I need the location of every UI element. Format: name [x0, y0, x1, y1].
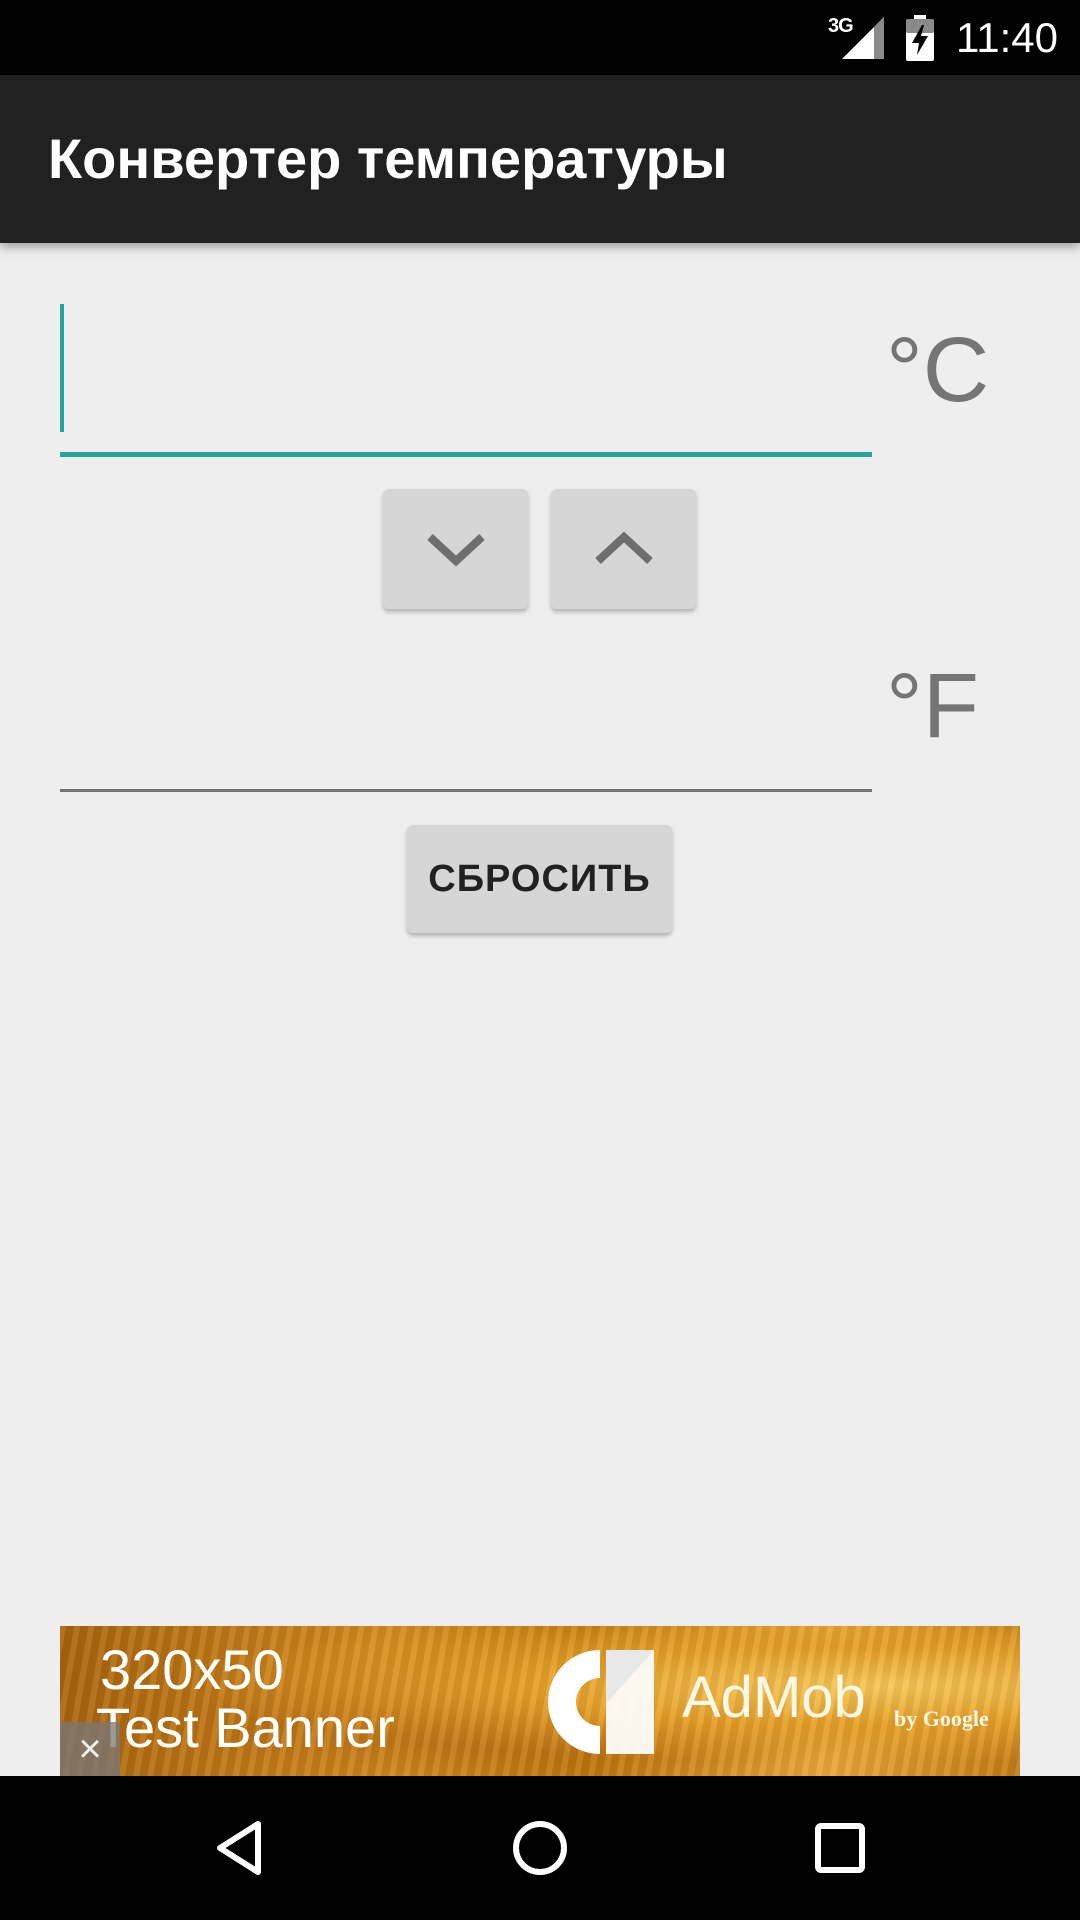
celsius-input[interactable]	[60, 300, 872, 457]
decrease-button[interactable]	[383, 489, 528, 609]
text-cursor	[60, 304, 64, 432]
increase-button[interactable]	[551, 489, 696, 609]
ad-label: Test Banner	[96, 1696, 395, 1759]
status-icons: 3G 11:40	[828, 0, 1058, 75]
fahrenheit-input[interactable]	[60, 640, 872, 792]
signal-icon	[842, 16, 884, 59]
home-icon	[513, 1821, 567, 1875]
celsius-unit-label: °C	[886, 319, 990, 421]
ad-brand: AdMob	[682, 1665, 866, 1730]
battery-charging-icon	[906, 14, 934, 61]
ad-size-text: 320x50	[100, 1638, 284, 1701]
fahrenheit-unit-label: °F	[886, 655, 979, 757]
fahrenheit-field[interactable]	[60, 640, 872, 792]
app-bar: Конвертер температуры	[0, 75, 1080, 243]
chevron-up-icon	[594, 531, 653, 564]
chevron-down-icon	[426, 534, 485, 567]
celsius-underline	[60, 452, 872, 457]
back-button[interactable]	[190, 1798, 290, 1898]
fahrenheit-underline	[60, 789, 872, 792]
back-icon	[217, 1821, 261, 1875]
recents-icon	[815, 1823, 865, 1873]
clock: 11:40	[956, 13, 1058, 61]
celsius-field[interactable]	[60, 300, 872, 457]
admob-logo-icon	[548, 1650, 654, 1754]
home-button[interactable]	[490, 1798, 590, 1898]
navigation-bar	[0, 1776, 1080, 1920]
ad-close-button[interactable]: ×	[60, 1722, 120, 1776]
reset-button[interactable]: СБРОСИТЬ	[407, 825, 672, 933]
app-title: Конвертер температуры	[48, 127, 728, 190]
signal-group: 3G	[828, 15, 884, 61]
ad-by-google: by Google	[894, 1706, 989, 1731]
ad-banner[interactable]: 320x50 Test Banner AdMob by Google ×	[60, 1626, 1020, 1776]
status-bar: 3G 11:40	[0, 0, 1080, 75]
recents-button[interactable]	[790, 1798, 890, 1898]
